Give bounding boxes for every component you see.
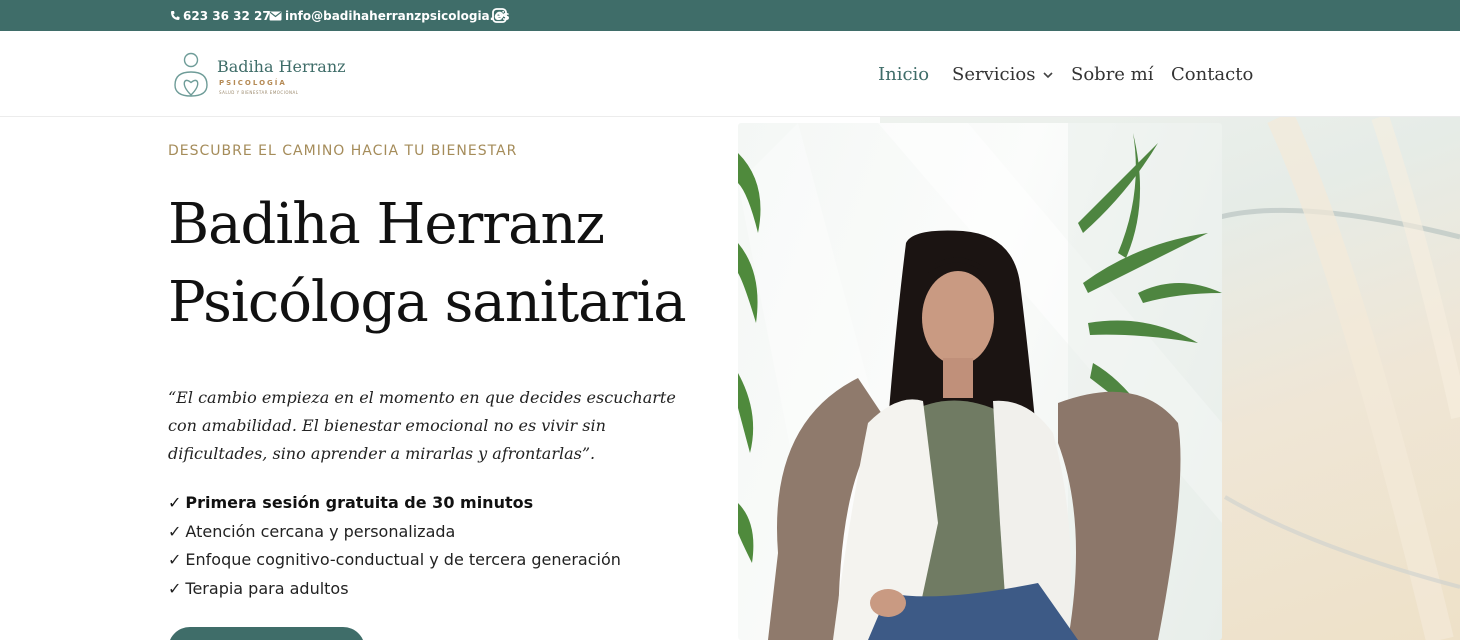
benefit-item: ✓ Atención cercana y personalizada [168,518,621,547]
site-logo[interactable]: Badiha Herranz PSICOLOGÍA SALUD Y BIENES… [172,51,352,101]
nav-item-servicios[interactable]: Servicios [952,31,1054,117]
hero-title: Badiha Herranz Psicóloga sanitaria [168,186,687,342]
hero-quote: “El cambio empieza en el momento en que … [168,388,676,463]
benefit-item: ✓ Enfoque cognitivo-conductual y de terce… [168,546,621,575]
logo-name: Badiha Herranz [217,57,346,76]
checkmark-icon: ✓ [168,578,182,598]
phone-number: 623 36 32 27 [183,8,271,23]
logo-tagline: SALUD Y BIENESTAR EMOCIONAL [219,90,299,95]
top-contact-bar: 623 36 32 27 info@badihaherranzpsicologi… [0,0,1460,31]
nav-label-servicios: Servicios [952,63,1036,85]
nav-item-inicio[interactable]: Inicio [878,31,929,117]
nav-label-inicio: Inicio [878,63,930,85]
nav-item-contacto[interactable]: Contacto [1171,31,1253,117]
email-address: info@badihaherranzpsicologia.es [285,8,510,23]
benefit-label: Enfoque cognitivo-conductual y de tercer… [185,550,621,569]
benefit-label: Atención cercana y personalizada [185,521,456,541]
instagram-icon [492,8,507,23]
phone-icon [171,11,180,20]
benefits-list: ✓ Primera sesión gratuita de 30 minutos ✓… [168,489,621,603]
email-link[interactable]: info@badihaherranzpsicologia.es [269,0,510,31]
nav-item-sobre-mi[interactable]: Sobre mí [1071,31,1154,117]
benefit-label: Terapia para adultos [185,578,349,598]
nav-label-contacto: Contacto [1171,63,1254,85]
chevron-down-icon [1043,71,1054,78]
logo-figure-icon [174,52,208,97]
benefit-item: ✓ Terapia para adultos [168,575,621,604]
hero-title-line-1: Badiha Herranz [168,192,605,257]
benefit-label: Primera sesión gratuita de 30 minutos [185,493,534,512]
logo-subtitle: PSICOLOGÍA [219,79,287,87]
benefit-item: ✓ Primera sesión gratuita de 30 minutos [168,489,621,518]
hero-title-line-2: Psicóloga sanitaria [168,270,687,335]
checkmark-icon: ✓ [168,493,182,512]
nav-label-sobre-mi: Sobre mí [1071,63,1154,85]
hero-eyebrow: DESCUBRE EL CAMINO HACIA TU BIENESTAR [168,143,518,159]
checkmark-icon: ✓ [168,521,182,541]
envelope-icon [269,11,282,20]
site-header: Badiha Herranz PSICOLOGÍA SALUD Y BIENES… [0,31,1460,117]
cta-button[interactable] [168,627,365,640]
hero-portrait-photo [738,123,1222,640]
instagram-link[interactable] [492,0,510,31]
checkmark-icon: ✓ [168,550,182,569]
phone-link[interactable]: 623 36 32 27 [170,0,271,31]
